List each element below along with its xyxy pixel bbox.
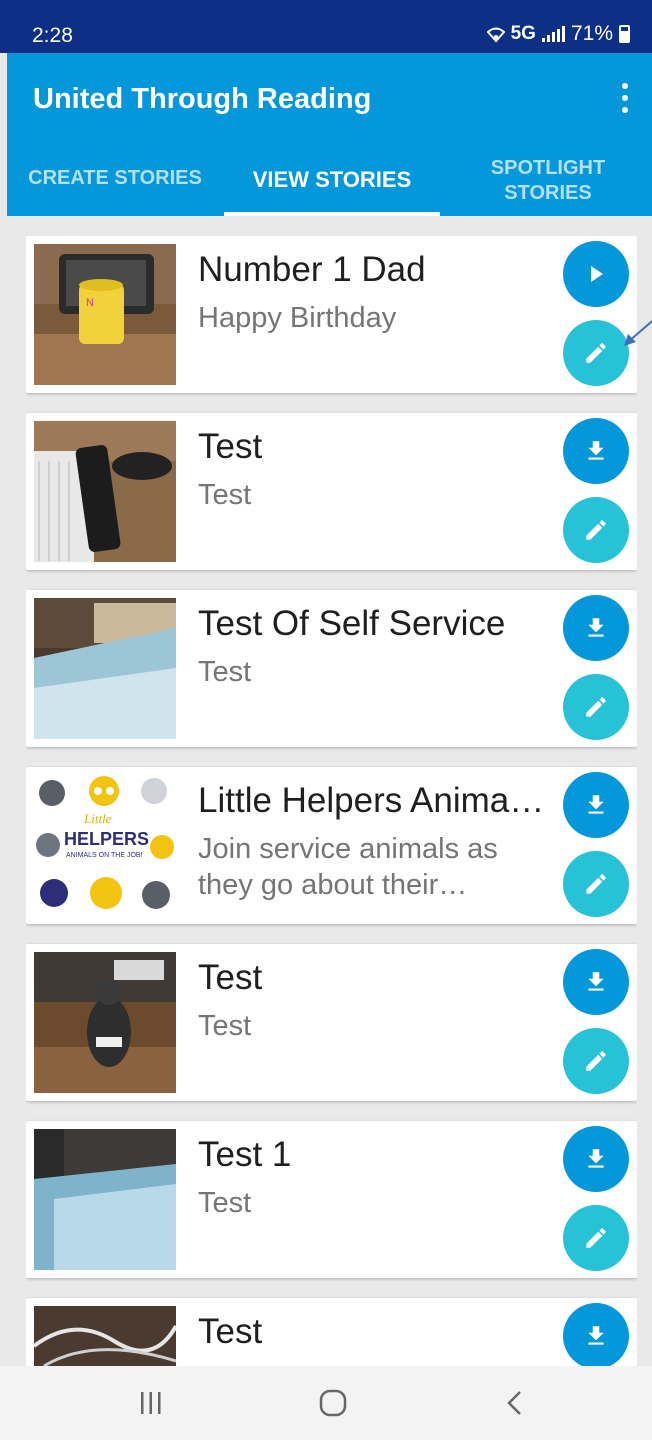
story-subtitle: Test [198, 1010, 252, 1042]
story-thumbnail[interactable] [34, 1129, 176, 1270]
back-icon [507, 1391, 521, 1415]
edit-icon [586, 520, 606, 540]
download-icon [588, 618, 604, 637]
recents-button[interactable] [111, 1366, 191, 1440]
edit-icon [586, 1228, 606, 1248]
download-icon [588, 795, 604, 814]
download-button[interactable] [563, 418, 629, 484]
story-card[interactable]: Test [26, 1298, 637, 1366]
story-list[interactable]: N Number 1 Dad Happy Birthday Test Test … [26, 236, 637, 1366]
story-title: Test [198, 427, 263, 466]
tab-spotlight-stories[interactable]: SPOTLIGHT STORIES [473, 156, 623, 206]
story-title: Test Of Self Service [198, 604, 506, 643]
download-icon [588, 441, 604, 460]
edit-icon [586, 1051, 606, 1071]
svg-text:N: N [86, 297, 94, 309]
download-button[interactable] [563, 595, 629, 661]
story-subtitle: Join service animals as they go about th… [198, 833, 498, 901]
play-icon [591, 266, 603, 282]
download-icon [588, 972, 604, 991]
edit-button[interactable] [563, 851, 629, 917]
signal-icon [541, 26, 565, 42]
story-thumbnail[interactable]: Little HELPERS ANIMALS ON THE JOB! [34, 775, 176, 916]
download-button[interactable] [563, 1303, 629, 1366]
battery-percent: 71% [570, 22, 613, 45]
story-subtitle: Happy Birthday [198, 302, 397, 334]
active-tab-indicator [224, 212, 440, 216]
download-button[interactable] [563, 949, 629, 1015]
tab-view-stories[interactable]: VIEW STORIES [224, 167, 440, 193]
svg-text:HELPERS: HELPERS [64, 829, 149, 849]
story-title: Test [198, 958, 263, 997]
app-title: United Through Reading [33, 83, 372, 115]
story-title: Test 1 [198, 1135, 292, 1174]
little-helpers-logo: Little [83, 811, 112, 826]
story-thumbnail[interactable] [34, 421, 176, 562]
edit-button[interactable] [563, 1205, 629, 1271]
back-button[interactable] [475, 1366, 555, 1440]
story-subtitle: Test [198, 1187, 252, 1219]
download-button[interactable] [563, 772, 629, 838]
story-thumbnail[interactable]: N [34, 244, 176, 385]
story-card[interactable]: Test 1 Test [26, 1121, 637, 1278]
svg-text:ANIMALS ON THE JOB!: ANIMALS ON THE JOB! [66, 852, 143, 859]
story-title: Test [198, 1312, 263, 1351]
battery-icon [619, 25, 630, 43]
story-title: Little Helpers Animals on the Job! [198, 781, 550, 820]
story-thumbnail[interactable] [34, 952, 176, 1093]
story-card[interactable]: Little HELPERS ANIMALS ON THE JOB! Littl… [26, 767, 637, 924]
home-icon [319, 1389, 347, 1417]
story-card[interactable]: Test Test [26, 944, 637, 1101]
tab-create-stories[interactable]: CREATE STORIES [7, 167, 223, 190]
home-button[interactable] [293, 1366, 373, 1440]
status-bar: 2:28 5G 71% [0, 0, 652, 53]
network-type: 5G [510, 23, 536, 44]
edit-icon [586, 874, 606, 894]
edit-button[interactable] [563, 674, 629, 740]
download-icon [588, 1149, 604, 1168]
story-thumbnail[interactable] [34, 1306, 176, 1366]
edit-button[interactable] [563, 1028, 629, 1094]
story-title: Number 1 Dad [198, 250, 426, 289]
story-card[interactable]: N Number 1 Dad Happy Birthday [26, 236, 637, 393]
story-thumbnail[interactable] [34, 598, 176, 739]
app-bar: United Through Reading CREATE STORIES VI… [7, 53, 652, 216]
story-card[interactable]: Test Test [26, 413, 637, 570]
download-icon [588, 1326, 604, 1345]
annotation-arrow [624, 319, 652, 346]
story-card[interactable]: Test Of Self Service Test [26, 590, 637, 747]
story-subtitle: Test [198, 479, 252, 511]
status-indicators: 5G 71% [486, 22, 630, 46]
edit-icon [586, 343, 606, 363]
play-button[interactable] [563, 241, 629, 307]
edit-button[interactable] [563, 497, 629, 563]
system-nav-bar [0, 1366, 652, 1440]
download-button[interactable] [563, 1126, 629, 1192]
recents-icon [141, 1392, 161, 1414]
status-time: 2:28 [32, 24, 73, 47]
story-subtitle: Test [198, 656, 252, 688]
wifi-icon [486, 27, 505, 43]
more-vert-icon[interactable] [620, 83, 630, 113]
edit-icon [586, 697, 606, 717]
